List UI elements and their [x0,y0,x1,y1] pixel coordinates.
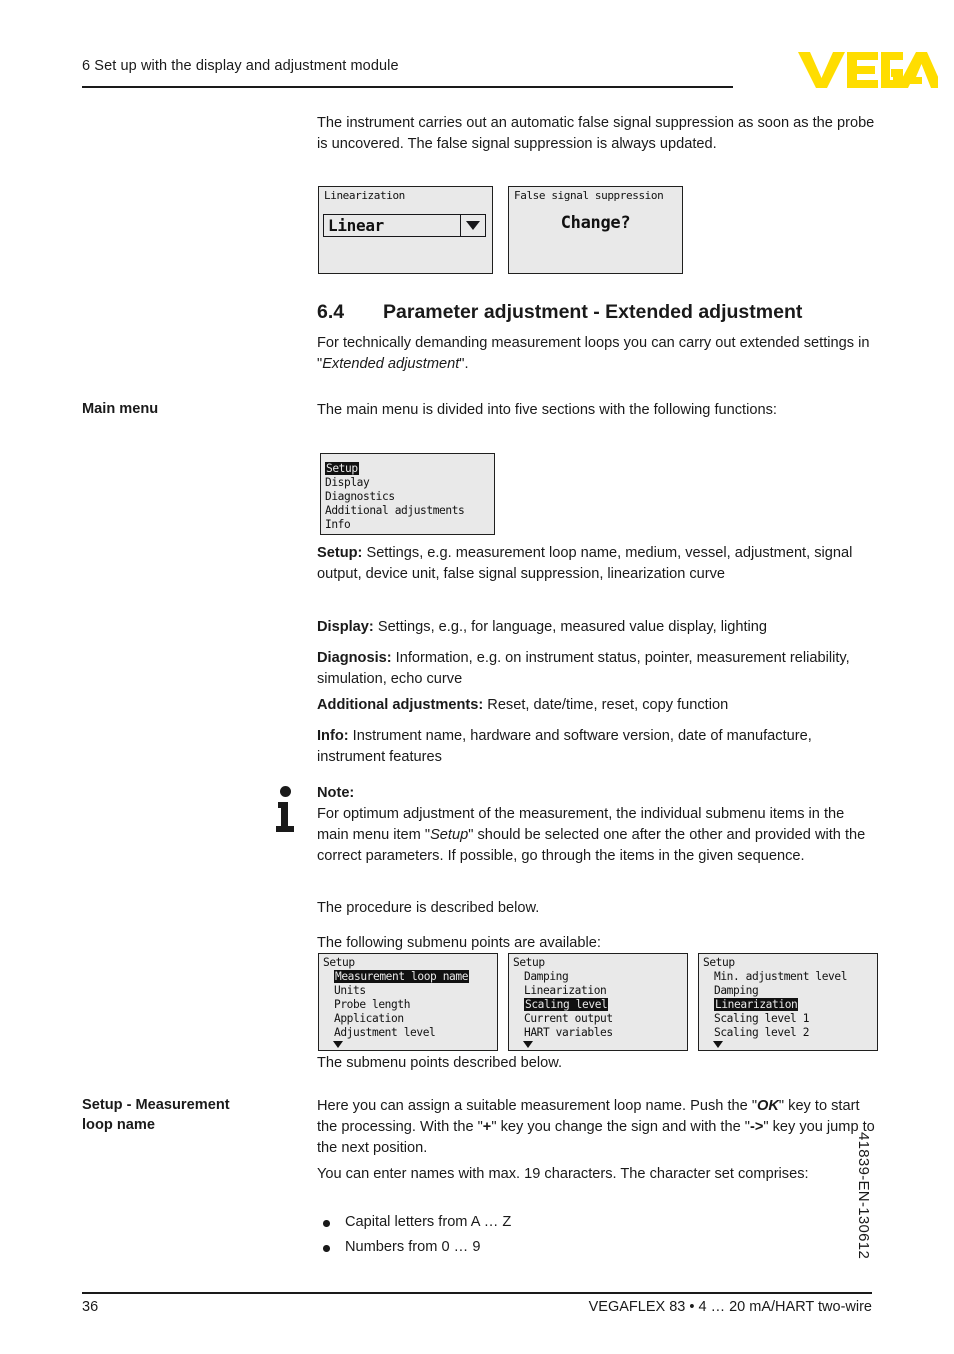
loop-name-paragraph-2: You can enter names with max. 19 charact… [317,1166,809,1182]
footer-document-line: VEGAFLEX 83 • 4 … 20 mA/HART two-wire [588,1299,872,1315]
submenu-3-item-damping[interactable]: Damping [703,984,874,998]
linearization-selected-value: Linear [328,215,384,235]
lcd-submenu-setup-3: Setup Min. adjustment level Damping Line… [698,953,878,1051]
loop-name-ok-key: OK [757,1098,779,1114]
submenu-1-item-probe-length[interactable]: Probe length [323,998,494,1012]
note-text: For optimum adjustment of the measuremen… [317,804,875,868]
main-menu-lead-in: The main menu is divided into five secti… [317,402,777,418]
note-title: Note: [317,785,355,801]
margin-label-main-menu: Main menu [82,401,159,417]
submenu-3-header: Setup [703,956,735,969]
submenu-1-item-measurement-loop-name[interactable]: Measurement loop name [323,969,494,984]
procedure-line-3: The submenu points described below. [317,1055,563,1071]
description-info: Info: Instrument name, hardware and soft… [317,726,875,768]
submenu-2-header: Setup [513,956,545,969]
submenu-2-item-damping[interactable]: Damping [513,970,684,984]
main-menu-item-diagnostics[interactable]: Diagnostics [325,490,491,504]
loop-name-p1-a: Here you can assign a suitable measureme… [317,1098,758,1114]
lcd-submenu-setup-1: Setup Measurement loop name Units Probe … [318,953,498,1051]
description-setup-term: Setup: [317,545,363,561]
section-intro-paragraph: For technically demanding measurement lo… [317,333,875,375]
main-menu-list: Setup Display Diagnostics Additional adj… [325,462,491,532]
loop-name-arrow-key: -> [749,1119,764,1136]
description-info-term: Info: [317,728,349,744]
lcd-title-false-signal-suppression: False signal suppression [514,189,664,202]
scroll-down-arrow-icon[interactable] [713,1041,723,1048]
description-additional-adjustments-text: Reset, date/time, reset, copy function [483,697,729,713]
description-display-text: Settings, e.g., for language, measured v… [373,619,767,635]
description-diagnosis-term: Diagnosis: [317,650,392,666]
submenu-3-item-scaling-level-1[interactable]: Scaling level 1 [703,1012,874,1026]
description-setup: Setup: Settings, e.g. measurement loop n… [317,543,875,585]
submenu-1-list: Setup Measurement loop name Units Probe … [323,956,494,1040]
lcd-title-linearization: Linearization [324,189,405,202]
margin-label-line-2: loop name [82,1116,155,1133]
section-title: Parameter adjustment - Extended adjustme… [383,301,803,323]
chevron-down-icon[interactable] [460,215,485,236]
false-signal-change-prompt: Change? [560,213,631,233]
description-diagnosis: Diagnosis: Information, e.g. on instrume… [317,648,875,690]
document-code-vertical: 41839-EN-130612 [855,1132,872,1260]
description-additional-adjustments: Additional adjustments: Reset, date/time… [317,695,875,716]
note-text-italic: Setup [430,827,469,844]
scroll-down-arrow-icon[interactable] [523,1041,533,1048]
submenu-3-item-linearization-label: Linearization [714,997,799,1011]
submenu-2-item-scaling-level-label: Scaling level [524,997,609,1011]
main-menu-item-setup-label: Setup [325,462,359,475]
description-display-term: Display: [317,619,374,635]
submenu-1-item-units[interactable]: Units [323,984,494,998]
submenu-3-item-min-adjustment-level[interactable]: Min. adjustment level [703,970,874,984]
bullet-icon [323,1220,330,1227]
description-info-text: Instrument name, hardware and software v… [317,728,812,766]
intro-paragraph: The instrument carries out an automatic … [317,115,875,153]
list-item-capital-letters: Capital letters from A … Z [317,1212,511,1233]
description-display: Display: Settings, e.g., for language, m… [317,617,875,638]
submenu-1-item-adjustment-level[interactable]: Adjustment level [323,1026,494,1040]
list-item-capital-letters-label: Capital letters from A … Z [345,1214,512,1230]
section-intro-italic: Extended adjustment [322,356,460,373]
submenu-3-item-linearization[interactable]: Linearization [703,997,874,1012]
procedure-line-2: The following submenu points are availab… [317,935,601,951]
lcd-main-menu: Setup Display Diagnostics Additional adj… [320,453,495,535]
bullet-icon [323,1245,330,1252]
chapter-title: 6 Set up with the display and adjustment… [82,58,399,74]
lcd-submenu-setup-2: Setup Damping Linearization Scaling leve… [508,953,688,1051]
document-page: 6 Set up with the display and adjustment… [0,0,954,1354]
procedure-line-1: The procedure is described below. [317,900,540,916]
submenu-2-list: Setup Damping Linearization Scaling leve… [513,956,684,1040]
section-number: 6.4 [317,301,345,323]
submenu-1-item-measurement-loop-name-label: Measurement loop name [334,969,470,983]
submenu-3-item-scaling-level-2[interactable]: Scaling level 2 [703,1026,874,1040]
list-item-numbers: Numbers from 0 … 9 [317,1237,480,1258]
description-additional-adjustments-term: Additional adjustments: [317,697,484,713]
description-diagnosis-text: Information, e.g. on instrument status, … [317,650,850,688]
lcd-false-signal-suppression: False signal suppression Change? [508,186,683,274]
main-menu-item-setup[interactable]: Setup [325,462,491,476]
scroll-down-arrow-icon[interactable] [333,1041,343,1048]
submenu-2-item-scaling-level[interactable]: Scaling level [513,997,684,1012]
header-divider [82,86,733,88]
loop-name-p1-c: " key you change the sign and with the " [491,1119,750,1136]
description-setup-text: Settings, e.g. measurement loop name, me… [317,545,853,583]
page-header: 6 Set up with the display and adjustment… [82,52,938,98]
margin-label-line-1: Setup - Measurement [82,1097,230,1113]
main-menu-item-info[interactable]: Info [325,518,491,532]
margin-label-setup-measurement-loop-name: Setup - Measurement loop name [82,1096,297,1135]
submenu-2-item-current-output[interactable]: Current output [513,1012,684,1026]
main-menu-item-additional-adjustments[interactable]: Additional adjustments [325,504,491,518]
submenu-1-header: Setup [323,956,355,969]
submenu-3-list: Setup Min. adjustment level Damping Line… [703,956,874,1040]
list-item-numbers-label: Numbers from 0 … 9 [345,1239,481,1255]
submenu-2-item-linearization[interactable]: Linearization [513,984,684,998]
linearization-select-field[interactable]: Linear [323,214,486,237]
main-menu-item-display[interactable]: Display [325,476,491,490]
submenu-2-item-hart-variables[interactable]: HART variables [513,1026,684,1040]
section-intro-after: ". [459,356,469,373]
submenu-1-item-application[interactable]: Application [323,1012,494,1026]
footer-divider [82,1292,872,1294]
info-note-icon [276,786,302,838]
loop-name-paragraph-1: Here you can assign a suitable measureme… [317,1096,875,1160]
lcd-linearization: Linearization Linear [318,186,493,274]
vega-logo-icon [798,48,938,90]
